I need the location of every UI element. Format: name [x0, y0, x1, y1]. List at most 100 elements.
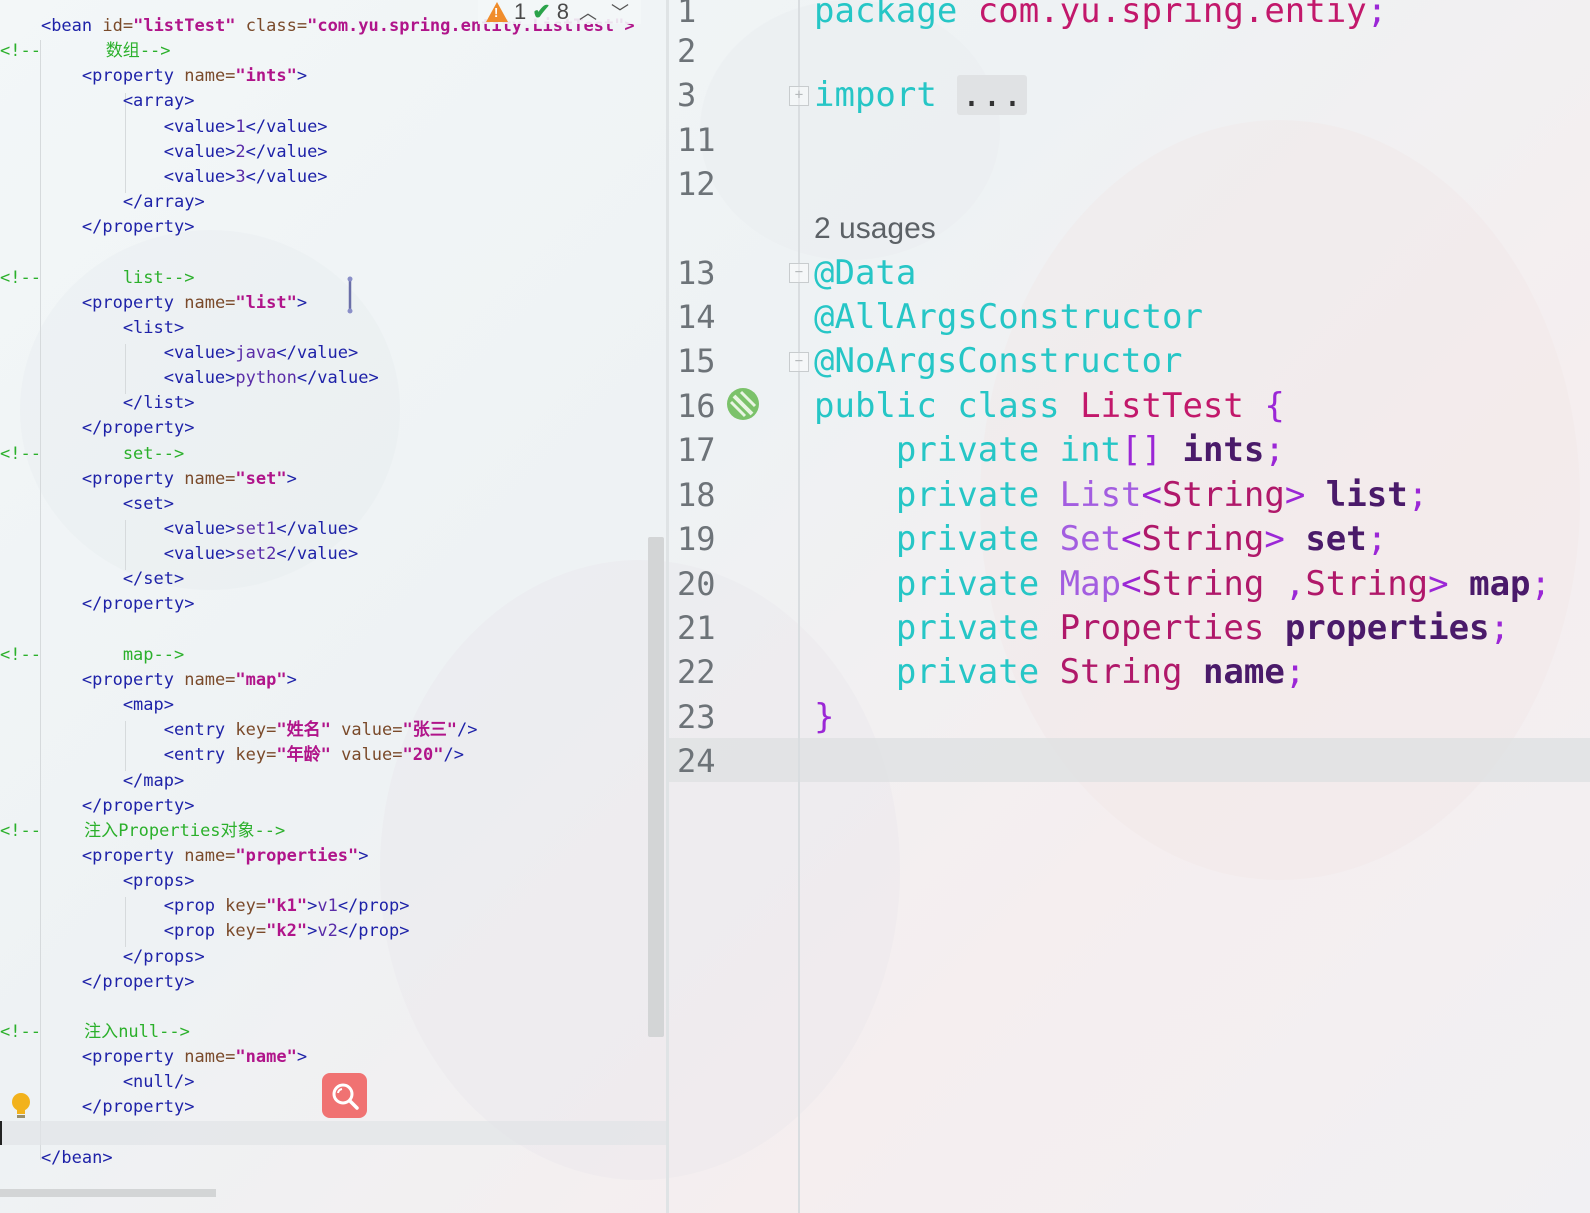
- java-code-line[interactable]: private List<String> list;: [814, 473, 1428, 517]
- next-highlight-icon[interactable]: ﹀: [607, 0, 633, 25]
- java-code-line[interactable]: public class ListTest {: [814, 384, 1285, 428]
- xml-code-line[interactable]: </props>: [0, 945, 205, 970]
- xml-code-line[interactable]: <!-- 数组-->: [0, 39, 171, 64]
- fold-collapse-icon[interactable]: −: [789, 352, 809, 372]
- warning-triangle-icon[interactable]: [486, 2, 508, 22]
- xml-code-line[interactable]: </property>: [0, 970, 195, 995]
- line-number[interactable]: 20: [677, 562, 727, 606]
- line-number[interactable]: 24: [677, 739, 727, 783]
- xml-code-line[interactable]: <property name="name">: [0, 1045, 307, 1070]
- xml-code-line[interactable]: <props>: [0, 869, 195, 894]
- xml-token: <property: [0, 468, 185, 489]
- line-number[interactable]: 12: [677, 162, 727, 206]
- line-number[interactable]: 2: [677, 29, 727, 73]
- xml-code-line[interactable]: <property name="properties">: [0, 844, 369, 869]
- java-code-line[interactable]: @AllArgsConstructor: [814, 295, 1203, 339]
- java-editor-pane[interactable]: + − − 2 usages 1 package com.yu.spring.en…: [669, 0, 1590, 1213]
- java-code-line[interactable]: private String name;: [814, 650, 1305, 694]
- xml-code-line[interactable]: <array>: [0, 89, 195, 114]
- warning-count[interactable]: 1: [514, 0, 526, 25]
- line-number[interactable]: 16: [677, 384, 727, 428]
- line-number[interactable]: 18: [677, 473, 727, 517]
- xml-code-line[interactable]: <!-- 注入null-->: [0, 1020, 190, 1045]
- xml-code-line[interactable]: <entry key="姓名" value="张三"/>: [0, 718, 478, 743]
- xml-code-line[interactable]: <!-- list-->: [0, 266, 194, 291]
- xml-code-line[interactable]: <property name="ints">: [0, 64, 307, 89]
- java-token: ;: [1366, 0, 1388, 31]
- xml-token: <entry: [0, 745, 236, 766]
- java-code-line[interactable]: private Map<String ,String> map;: [814, 562, 1551, 606]
- xml-code-line[interactable]: </bean>: [0, 1146, 113, 1171]
- line-number[interactable]: 13: [677, 251, 727, 295]
- xml-code-line[interactable]: <set>: [0, 492, 174, 517]
- xml-code-line[interactable]: <prop key="k1">v1</prop>: [0, 894, 410, 919]
- spring-bean-icon[interactable]: [726, 387, 760, 421]
- search-button[interactable]: [322, 1073, 367, 1118]
- xml-code-line[interactable]: </array>: [0, 190, 205, 215]
- java-code-line[interactable]: private Set<String> set;: [814, 517, 1387, 561]
- lightbulb-icon[interactable]: [10, 1092, 32, 1120]
- xml-code-line[interactable]: <property name="list">: [0, 291, 307, 316]
- xml-code-line[interactable]: <!-- 注入Properties对象-->: [0, 819, 285, 844]
- xml-code-line[interactable]: <value>3</value>: [0, 165, 328, 190]
- java-token: map: [1469, 564, 1531, 604]
- xml-code-line[interactable]: </property>: [0, 416, 195, 441]
- previous-highlight-icon[interactable]: ︿: [575, 0, 601, 25]
- xml-token: <prop: [0, 896, 226, 917]
- xml-token: <!--: [0, 1022, 41, 1042]
- xml-code-line[interactable]: <value>1</value>: [0, 115, 328, 140]
- xml-code-line[interactable]: <prop key="k2">v2</prop>: [0, 919, 410, 944]
- xml-code-line[interactable]: <property name="map">: [0, 668, 297, 693]
- folded-imports[interactable]: ...: [957, 75, 1027, 115]
- horizontal-scrollbar[interactable]: [0, 1189, 216, 1197]
- xml-code-line[interactable]: <property name="set">: [0, 467, 297, 492]
- xml-code-line[interactable]: </map>: [0, 769, 184, 794]
- vertical-scrollbar[interactable]: [648, 537, 664, 1037]
- xml-code-line[interactable]: <value>set2</value>: [0, 542, 359, 567]
- java-code-line[interactable]: import ...: [814, 73, 1027, 117]
- xml-code-line[interactable]: </property>: [0, 794, 195, 819]
- xml-code-line[interactable]: </property>: [0, 592, 195, 617]
- line-number[interactable]: 22: [677, 650, 727, 694]
- fold-collapse-icon[interactable]: −: [789, 263, 809, 283]
- double-check-icon[interactable]: ✔: [532, 0, 550, 25]
- line-number[interactable]: 15: [677, 339, 727, 383]
- xml-editor-pane[interactable]: <bean id="listTest" class="com.yu.spring…: [0, 0, 668, 1213]
- line-number[interactable]: 11: [677, 118, 727, 162]
- java-code-line[interactable]: }: [814, 695, 834, 739]
- inspection-widget[interactable]: 1 ✔ 8 ︿ ﹀: [478, 0, 641, 24]
- java-code-line[interactable]: @NoArgsConstructor: [814, 339, 1182, 383]
- xml-code-line[interactable]: <value>java</value>: [0, 341, 359, 366]
- line-number[interactable]: 19: [677, 517, 727, 561]
- xml-token: <property: [0, 1047, 185, 1068]
- line-number[interactable]: 14: [677, 295, 727, 339]
- line-number[interactable]: 23: [677, 695, 727, 739]
- usages-hint[interactable]: 2 usages: [814, 207, 936, 251]
- xml-token: <value>: [0, 342, 236, 363]
- java-code-line[interactable]: @Data: [814, 251, 916, 295]
- xml-code-line[interactable]: </set>: [0, 567, 184, 592]
- java-code-line[interactable]: package com.yu.spring.entiy;: [814, 0, 1387, 33]
- java-code-line[interactable]: private Properties properties;: [814, 606, 1510, 650]
- xml-code-line[interactable]: </property>: [0, 215, 195, 240]
- xml-code-line[interactable]: <value>set1</value>: [0, 517, 359, 542]
- line-number[interactable]: 3: [677, 73, 727, 117]
- xml-code-line[interactable]: <list>: [0, 316, 184, 341]
- xml-code-line[interactable]: <map>: [0, 693, 174, 718]
- xml-token: key=: [235, 720, 277, 741]
- java-code-line[interactable]: private int[] ints;: [814, 428, 1285, 472]
- fold-expand-icon[interactable]: +: [789, 86, 809, 106]
- xml-token: "map": [235, 669, 287, 690]
- xml-token: </property>: [0, 217, 195, 238]
- line-number[interactable]: 21: [677, 606, 727, 650]
- line-number[interactable]: 17: [677, 428, 727, 472]
- xml-code-line[interactable]: <value>2</value>: [0, 140, 328, 165]
- weak-warning-count[interactable]: 8: [557, 0, 569, 25]
- xml-token: "listTest": [133, 16, 246, 36]
- xml-code-line[interactable]: <value>python</value>: [0, 366, 379, 391]
- xml-code-line[interactable]: <!-- map-->: [0, 643, 184, 668]
- xml-code-line[interactable]: <!-- set-->: [0, 442, 184, 467]
- xml-token: </property>: [0, 594, 195, 615]
- xml-code-line[interactable]: </list>: [0, 391, 195, 416]
- xml-code-line[interactable]: <entry key="年龄" value="20"/>: [0, 743, 464, 768]
